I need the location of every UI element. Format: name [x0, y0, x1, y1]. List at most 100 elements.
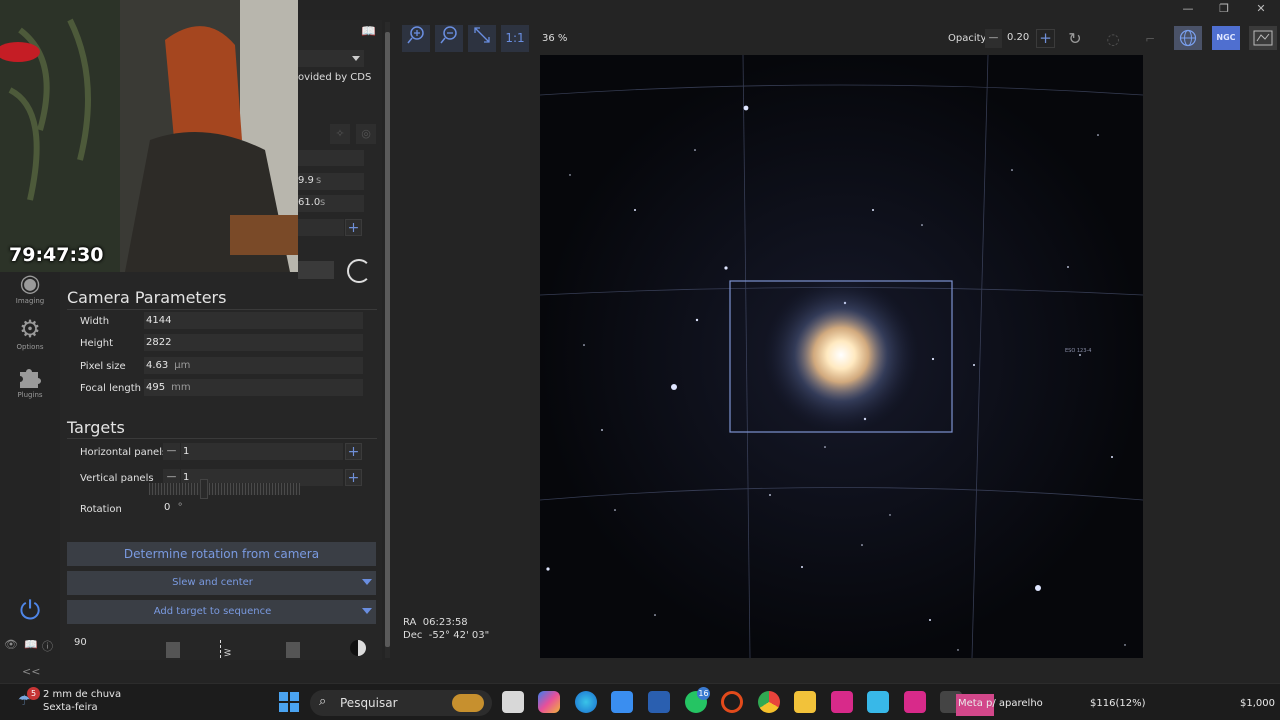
sky-image[interactable]: ESO 123-4: [540, 55, 1143, 658]
value-a: 9.9: [298, 175, 314, 186]
pixel-size-label: Pixel size: [80, 361, 126, 372]
width-value: 4144: [146, 315, 172, 326]
app-icon-blue[interactable]: [867, 691, 889, 713]
zoom-in-icon: [407, 26, 424, 44]
rotate-icon[interactable]: ↻: [1063, 27, 1087, 51]
divider: [67, 309, 377, 310]
rail-item-options[interactable]: ⚙ Options: [0, 316, 60, 351]
search-highlight-icon: [452, 694, 484, 712]
power-button[interactable]: ⏻: [0, 598, 60, 624]
dec-value: -52° 42' 03": [428, 630, 490, 641]
horizontal-panels-minus-button[interactable]: −: [163, 443, 180, 460]
panel-scrollbar-thumb[interactable]: [385, 32, 390, 647]
rail-item-plugins[interactable]: Plugins: [0, 364, 60, 399]
eye-icon[interactable]: 👁: [4, 638, 18, 651]
vscode-icon[interactable]: [648, 691, 670, 713]
opera-icon[interactable]: [721, 691, 743, 713]
rotation-slider[interactable]: [149, 483, 300, 495]
chevron-down-icon[interactable]: [362, 579, 372, 585]
altitude-value: 90: [74, 637, 87, 648]
altitude-bar: [286, 642, 300, 658]
add-target-button[interactable]: Add target to sequence: [67, 600, 376, 624]
search-text: Pesquisar: [340, 696, 398, 710]
pixel-size-field[interactable]: 4.63 µm: [144, 357, 363, 374]
store-icon[interactable]: [611, 691, 633, 713]
annotation-icon[interactable]: ⌐: [1136, 27, 1164, 51]
windows-start-icon[interactable]: [278, 691, 300, 713]
rotation-field[interactable]: 0 °: [164, 502, 183, 513]
money-goal: $1,000: [1240, 698, 1275, 709]
edge-icon[interactable]: [575, 691, 597, 713]
vertical-panels-plus-button[interactable]: +: [345, 469, 362, 486]
determine-rotation-button[interactable]: Determine rotation from camera: [67, 542, 376, 566]
maximize-icon[interactable]: ❐: [1217, 2, 1231, 16]
horizontal-panels-plus-button[interactable]: +: [345, 443, 362, 460]
chrome-icon[interactable]: [758, 691, 780, 713]
dec-label: Dec: [403, 630, 423, 641]
close-icon[interactable]: ✕: [1254, 2, 1268, 16]
app-icon-pink[interactable]: [831, 691, 853, 713]
camera-parameters-title: Camera Parameters: [67, 288, 227, 307]
horizontal-panels-value: 1: [183, 446, 190, 457]
height-field[interactable]: 2822: [144, 334, 363, 351]
source-dropdown[interactable]: [298, 50, 364, 67]
ra-value: 06:23:58: [422, 617, 468, 628]
focal-length-field[interactable]: 495 mm: [144, 379, 363, 396]
width-field[interactable]: 4144: [144, 312, 363, 329]
minimize-icon[interactable]: —: [1181, 2, 1195, 16]
folder-icon[interactable]: [794, 691, 816, 713]
opacity-minus-button[interactable]: −: [985, 29, 1002, 48]
book-icon[interactable]: 📖: [24, 638, 38, 651]
one-to-one-label: 1:1: [505, 31, 525, 45]
chevron-down-icon[interactable]: [362, 608, 372, 614]
ra-label: RA: [403, 617, 417, 628]
info-icon[interactable]: ⓘ: [42, 638, 53, 654]
vertical-panels-label: Vertical panels: [80, 473, 154, 484]
opacity-plus-button[interactable]: +: [1036, 29, 1055, 48]
hidden-field-1[interactable]: [298, 150, 364, 166]
bright-star[interactable]: [763, 277, 919, 433]
rail-label-imaging: Imaging: [15, 297, 45, 305]
book-open-icon[interactable]: 📖: [361, 24, 377, 40]
app-icon-pink-2[interactable]: [904, 691, 926, 713]
rotation-slider-thumb[interactable]: [200, 479, 208, 499]
add-target-label: Add target to sequence: [153, 606, 272, 617]
hidden-field-3[interactable]: [298, 261, 334, 279]
vertical-panels-value: 1: [183, 472, 190, 483]
taskbar: ☂ 5 2 mm de chuva Sexta-feira ⌕ Pesquisa…: [0, 683, 1280, 720]
exposure-field-b[interactable]: 61.0 s: [298, 195, 364, 212]
rotation-value: 0: [164, 502, 171, 513]
hidden-field-2[interactable]: [298, 219, 344, 236]
rail-item-imaging[interactable]: ◉ Imaging: [0, 270, 60, 305]
pixel-size-value: 4.63: [146, 360, 169, 371]
focal-length-value: 495: [146, 382, 166, 393]
taskbar-search[interactable]: ⌕ Pesquisar: [310, 690, 492, 716]
opacity-value[interactable]: 0.20: [1007, 32, 1029, 43]
fit-button[interactable]: [468, 25, 496, 52]
one-to-one-button[interactable]: 1:1: [501, 25, 529, 52]
altitude-bar: [166, 642, 180, 658]
copilot-icon[interactable]: [538, 691, 560, 713]
horizontal-panels-field[interactable]: 1: [181, 443, 343, 460]
rail-label-plugins: Plugins: [17, 391, 43, 399]
weather-text[interactable]: 2 mm de chuva: [43, 689, 121, 700]
grid-button[interactable]: [1174, 26, 1202, 50]
target-icon[interactable]: ✧: [330, 124, 350, 144]
ngc-button[interactable]: NGC: [1212, 26, 1240, 50]
exposure-field-a[interactable]: 9.9 s: [298, 173, 364, 190]
collapse-button[interactable]: <<: [22, 665, 40, 678]
object-label: ESO 123-4: [1065, 348, 1091, 354]
hidden-plus-button[interactable]: +: [345, 219, 362, 236]
constellation-icon: [1253, 30, 1273, 46]
refresh-icon[interactable]: ◎: [356, 124, 376, 144]
rotation-label: Rotation: [80, 504, 122, 515]
zoom-in-button[interactable]: [402, 25, 430, 52]
slew-center-button[interactable]: Slew and center: [67, 571, 376, 595]
lasso-icon[interactable]: ◌: [1099, 27, 1127, 51]
constellation-button[interactable]: [1249, 26, 1277, 50]
task-view-icon[interactable]: [502, 691, 524, 713]
zoom-out-button[interactable]: [435, 25, 463, 52]
determine-rotation-label: Determine rotation from camera: [123, 547, 320, 561]
money-raised: $116(12%): [1090, 698, 1146, 709]
expand-icon: [474, 27, 490, 43]
